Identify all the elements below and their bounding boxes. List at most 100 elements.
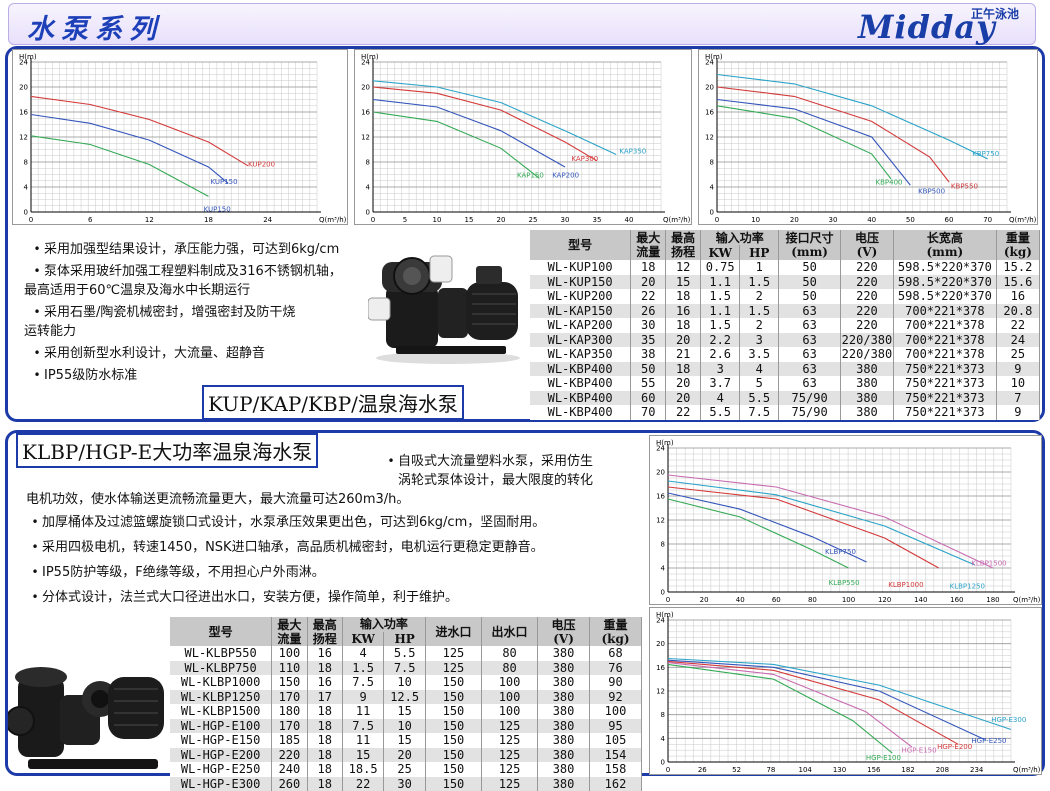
table-cell: 2.6 [701, 347, 740, 362]
table-cell: 50 [779, 275, 841, 290]
y-tick-label: 8 [24, 159, 28, 167]
table-cell: 15.6 [996, 275, 1039, 290]
table-cell: 63 [779, 347, 841, 362]
series-label: KUP200 [248, 160, 275, 168]
table-cell: 220 [840, 318, 893, 333]
chart-kbp: H(m)Q(m³/h)01020304050607004812162024KBP… [698, 49, 1038, 225]
series-label: KBP550 [951, 182, 978, 190]
x-tick-label: 35 [593, 216, 602, 224]
y-tick-label: 20 [705, 84, 714, 92]
table-cell: 125 [482, 748, 538, 763]
x-tick-label: 156 [867, 766, 881, 774]
table-cell: 154 [590, 748, 642, 763]
table-cell: 150 [425, 748, 481, 763]
table-cell: 20 [384, 748, 426, 763]
y-tick-label: 0 [24, 209, 28, 217]
x-tick-label: 234 [970, 766, 984, 774]
list-item: •加厚桶体及过滤篮螺旋锁口式设计，水泵承压效果更出色，可达到6kg/cm，坚固耐… [28, 513, 648, 532]
column-header: 出水口 [482, 617, 538, 646]
table-cell: 16 [666, 304, 701, 319]
table-cell: 10 [384, 675, 426, 690]
x-tick-label: 120 [878, 596, 891, 604]
column-header: 输入功率 [342, 617, 425, 632]
page-header: 水泵系列 Midday 正午泳池 [8, 3, 1036, 45]
table-cell: 598.5*220*370 [893, 289, 996, 304]
table-cell: 1.5 [701, 289, 740, 304]
table-cell: 185 [272, 733, 307, 748]
table-cell: WL-KLBP1000 [170, 675, 272, 690]
table-cell: 18 [307, 661, 342, 676]
top-product-title: KUP/KAP/KBP/温泉海水泵 [202, 385, 464, 420]
table-cell: 16 [996, 289, 1039, 304]
table-cell: 15 [384, 704, 426, 719]
table-cell: WL-HGP-E200 [170, 748, 272, 763]
column-header: 最高 扬程 [307, 617, 342, 646]
x-tick-label: 60 [772, 596, 781, 604]
table-cell: 3 [740, 333, 779, 348]
column-header: 长宽高 (mm) [893, 230, 996, 260]
list-item: •分体式设计，法兰式大口径进出水口，安装方便，操作简单，利于维护。 [28, 588, 648, 607]
y-tick-label: 8 [661, 711, 665, 719]
table-cell: 125 [425, 646, 481, 661]
x-tick-label: 182 [901, 766, 914, 774]
table-cell: 380 [840, 376, 893, 391]
table-cell: 5.5 [701, 405, 740, 420]
table-cell: 150 [425, 675, 481, 690]
table-cell: 80 [482, 646, 538, 661]
column-header: 最大 流量 [631, 230, 666, 260]
table-cell: 750*221*373 [893, 405, 996, 420]
table-cell: 7.5 [342, 719, 384, 734]
table-cell: 1.5 [740, 275, 779, 290]
column-header: 进水口 [425, 617, 481, 646]
x-tick-label: 6 [88, 216, 93, 224]
table-cell: 1.5 [701, 318, 740, 333]
y-tick-label: 0 [710, 209, 714, 217]
table-cell: 125 [482, 762, 538, 777]
column-header: HP [740, 245, 779, 260]
table-row: WL-HGP-E100170187.51015012538095 [170, 719, 642, 734]
y-tick-label: 12 [656, 517, 665, 525]
series-label: HGP-E100 [866, 754, 901, 762]
x-axis-label: Q(m³/h) [319, 216, 347, 224]
table-cell: 24 [996, 333, 1039, 348]
table-cell: 700*221*378 [893, 333, 996, 348]
x-tick-label: 0 [666, 766, 670, 774]
table-cell: 35 [631, 333, 666, 348]
x-tick-label: 24 [263, 216, 272, 224]
series-label: KUP150 [204, 205, 231, 213]
table-cell: 260 [272, 777, 307, 791]
table-cell: 22 [342, 777, 384, 791]
x-axis-label: Q(m³/h) [1013, 596, 1041, 604]
series-label: KAP150 [517, 172, 544, 180]
table-cell: 3 [701, 362, 740, 377]
y-tick-label: 4 [24, 184, 29, 192]
table-cell: 380 [840, 362, 893, 377]
table-cell: 15.2 [996, 260, 1039, 275]
table-row: WL-KAP30035202.2363220/380700*221*37824 [530, 333, 1040, 348]
table-cell: 1.1 [701, 275, 740, 290]
table-cell: WL-KLBP1500 [170, 704, 272, 719]
y-tick-label: 16 [705, 109, 714, 117]
table-cell: 125 [482, 719, 538, 734]
y-tick-label: 12 [361, 134, 370, 142]
series-label: HGP-E150 [902, 747, 937, 755]
series-label: KLBP1500 [971, 560, 1006, 568]
table-cell: 4 [342, 646, 384, 661]
x-tick-label: 10 [751, 216, 760, 224]
y-tick-label: 4 [710, 184, 715, 192]
table-cell: 7.5 [740, 405, 779, 420]
table-cell: 380 [538, 762, 590, 777]
column-header: KW [701, 245, 740, 260]
table-cell: 3.7 [701, 376, 740, 391]
x-tick-label: 50 [906, 216, 915, 224]
table-cell: 60 [631, 391, 666, 406]
table-cell: 90 [590, 675, 642, 690]
table-cell: 100 [590, 704, 642, 719]
table-row: WL-KUP20022181.5250220598.5*220*37016 [530, 289, 1040, 304]
series-label: KAP350 [619, 147, 646, 155]
series-line-klbp550 [668, 499, 849, 568]
column-header: 电压 (V) [538, 617, 590, 646]
y-tick-label: 24 [705, 59, 714, 67]
series-label: KLBP750 [825, 548, 856, 556]
table-cell: 5.5 [384, 646, 426, 661]
